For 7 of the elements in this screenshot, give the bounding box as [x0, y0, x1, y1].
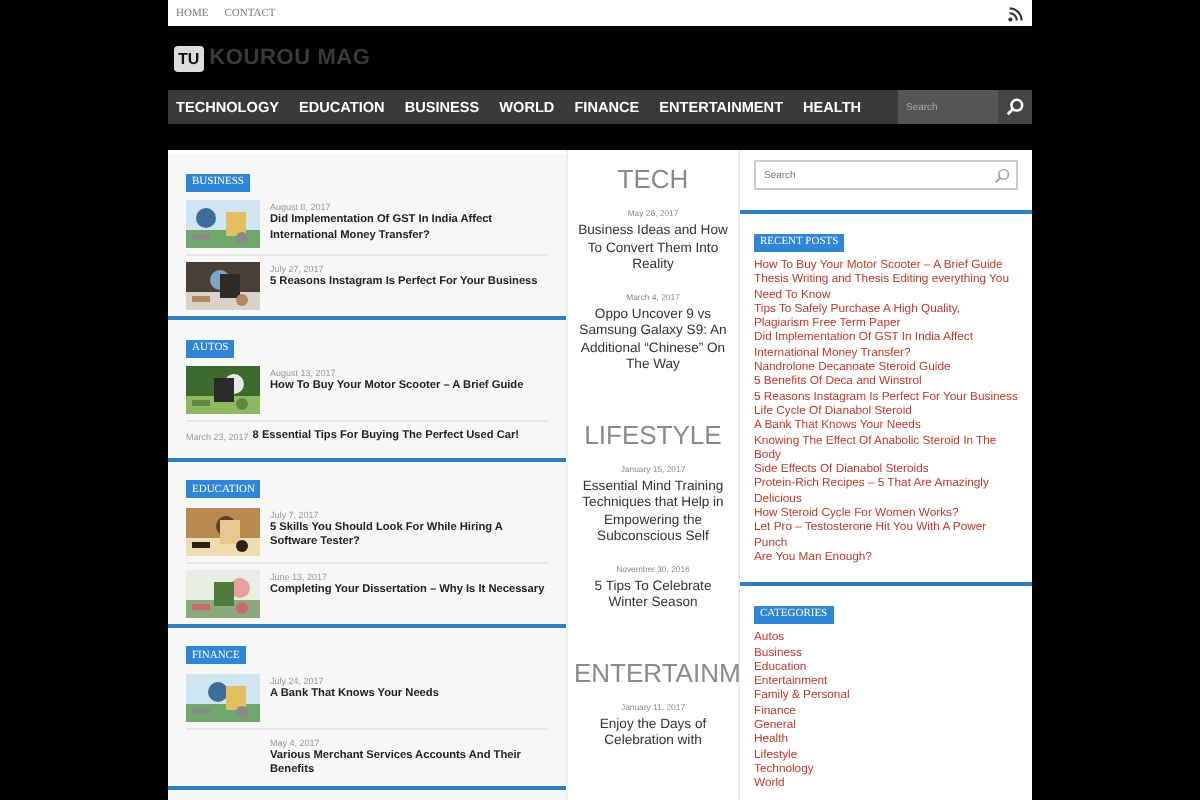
section-heading: LIFESTYLE	[582, 419, 724, 449]
search-icon[interactable]	[994, 167, 1010, 183]
rss-icon[interactable]	[1008, 5, 1024, 21]
search-button[interactable]	[998, 90, 1032, 124]
search-icon	[1006, 98, 1024, 116]
logo-badge[interactable]: TU	[174, 45, 204, 71]
section-heading: TECH	[615, 164, 691, 194]
